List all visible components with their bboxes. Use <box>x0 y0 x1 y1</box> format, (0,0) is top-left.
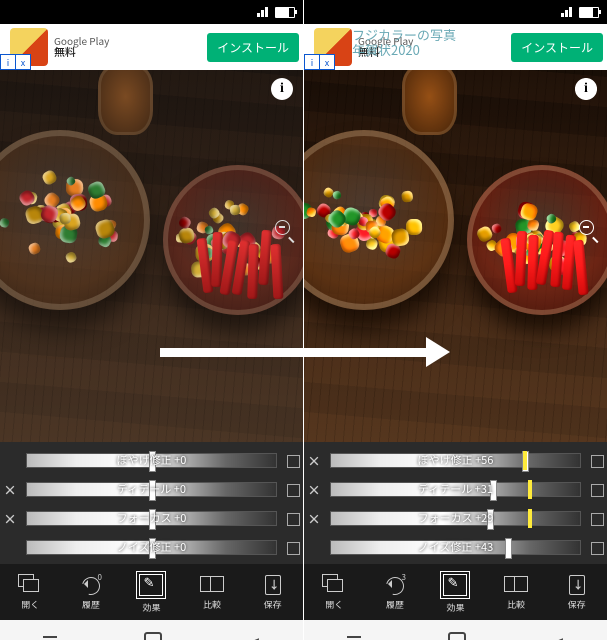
nav-recent[interactable] <box>43 636 57 640</box>
install-button[interactable]: インストール <box>511 33 603 62</box>
zoom-out-icon[interactable] <box>579 220 599 240</box>
slider-thumb[interactable] <box>490 480 497 501</box>
effect-button[interactable]: 効果 <box>425 564 486 620</box>
slider-row[interactable]: ×フォーカス +29 <box>304 504 607 533</box>
ad-info-icon[interactable]: i <box>0 54 15 70</box>
android-navbar: < <box>0 620 303 640</box>
slider-reset-x[interactable]: × <box>0 509 20 528</box>
save-button[interactable]: 保存 <box>242 564 303 620</box>
slider-row[interactable]: ×フォーカス +0 <box>0 504 303 533</box>
ad-store-label: Google Play <box>54 35 207 46</box>
slider-reset-box[interactable] <box>587 507 607 531</box>
slider-track[interactable] <box>26 482 277 497</box>
slider-thumb[interactable] <box>149 509 156 530</box>
slider-row[interactable]: ノイズ修正 +43 <box>304 533 607 562</box>
history-button[interactable]: 0履歴 <box>61 564 122 620</box>
ad-price-label: 無料 <box>358 46 511 58</box>
slider-panel: ぼやけ修正 +0×ディテール +0×フォーカス +0ノイズ修正 +0 <box>0 442 303 564</box>
ad-close-icon[interactable]: x <box>319 54 335 70</box>
slider-track[interactable] <box>330 511 581 526</box>
slider-track[interactable] <box>26 511 277 526</box>
slider-reset-x[interactable]: × <box>304 509 324 528</box>
compare-button[interactable]: 比較 <box>486 564 547 620</box>
ad-banner[interactable]: i x Google Play 無料 フジカラーの写真年賀状2020 インストー… <box>304 24 607 70</box>
info-icon[interactable]: i <box>271 78 293 100</box>
compare-button[interactable]: 比較 <box>182 564 243 620</box>
slider-track[interactable] <box>26 540 277 555</box>
slider-reset-box[interactable] <box>283 449 303 473</box>
effect-button[interactable]: 効果 <box>121 564 182 620</box>
slider-track[interactable] <box>330 540 581 555</box>
slider-track[interactable] <box>26 453 277 468</box>
slider-reset-x[interactable]: × <box>0 480 20 499</box>
ad-badge[interactable]: i x <box>0 54 31 70</box>
slider-reset-x[interactable]: × <box>304 451 324 470</box>
slider-row[interactable]: ×ぼやけ修正 +56 <box>304 446 607 475</box>
install-button[interactable]: インストール <box>207 33 299 62</box>
ad-badge[interactable]: i x <box>304 54 335 70</box>
status-bar <box>304 0 607 24</box>
slider-panel: ×ぼやけ修正 +56×ディテール +31×フォーカス +29ノイズ修正 +43 <box>304 442 607 564</box>
ad-close-icon[interactable]: x <box>15 54 31 70</box>
slider-pin <box>523 451 527 470</box>
ad-info-icon[interactable]: i <box>304 54 319 70</box>
nav-home[interactable] <box>144 632 162 640</box>
ad-price-label: 無料 <box>54 46 207 58</box>
ad-store-label: Google Play <box>358 35 511 46</box>
photo-preview[interactable]: i <box>304 70 607 442</box>
bottom-toolbar: 開く 0履歴 効果 比較 保存 <box>0 564 303 620</box>
info-icon[interactable]: i <box>575 78 597 100</box>
slider-thumb[interactable] <box>149 480 156 501</box>
slider-track[interactable] <box>330 453 581 468</box>
open-button[interactable]: 開く <box>304 564 365 620</box>
nav-back[interactable]: < <box>553 627 564 640</box>
phone-left: i x Google Play 無料 インストール i ぼやけ修正 +0×ディテ… <box>0 0 303 640</box>
slider-row[interactable]: ぼやけ修正 +0 <box>0 446 303 475</box>
status-bar <box>0 0 303 24</box>
slider-thumb[interactable] <box>487 509 494 530</box>
nav-home[interactable] <box>448 632 466 640</box>
slider-row[interactable]: ×ディテール +31 <box>304 475 607 504</box>
slider-row[interactable]: ×ディテール +0 <box>0 475 303 504</box>
android-navbar: < <box>304 620 607 640</box>
nav-back[interactable]: < <box>249 627 260 640</box>
slider-reset-box[interactable] <box>587 449 607 473</box>
bottom-toolbar: 開く 3履歴 効果 比較 保存 <box>304 564 607 620</box>
open-button[interactable]: 開く <box>0 564 61 620</box>
slider-pin <box>528 480 532 499</box>
slider-reset-x[interactable]: × <box>304 480 324 499</box>
slider-pin <box>528 509 532 528</box>
zoom-out-icon[interactable] <box>275 220 295 240</box>
phone-right: i x Google Play 無料 フジカラーの写真年賀状2020 インストー… <box>304 0 607 640</box>
slider-thumb[interactable] <box>149 538 156 559</box>
slider-track[interactable] <box>330 482 581 497</box>
slider-reset-box[interactable] <box>283 478 303 502</box>
save-button[interactable]: 保存 <box>546 564 607 620</box>
slider-reset-box[interactable] <box>283 507 303 531</box>
photo-preview[interactable]: i <box>0 70 303 442</box>
nav-recent[interactable] <box>347 636 361 640</box>
slider-reset-box[interactable] <box>587 536 607 560</box>
slider-reset-box[interactable] <box>283 536 303 560</box>
slider-thumb[interactable] <box>505 538 512 559</box>
history-button[interactable]: 3履歴 <box>365 564 426 620</box>
slider-row[interactable]: ノイズ修正 +0 <box>0 533 303 562</box>
slider-reset-box[interactable] <box>587 478 607 502</box>
slider-thumb[interactable] <box>149 451 156 472</box>
ad-banner[interactable]: i x Google Play 無料 インストール <box>0 24 303 70</box>
